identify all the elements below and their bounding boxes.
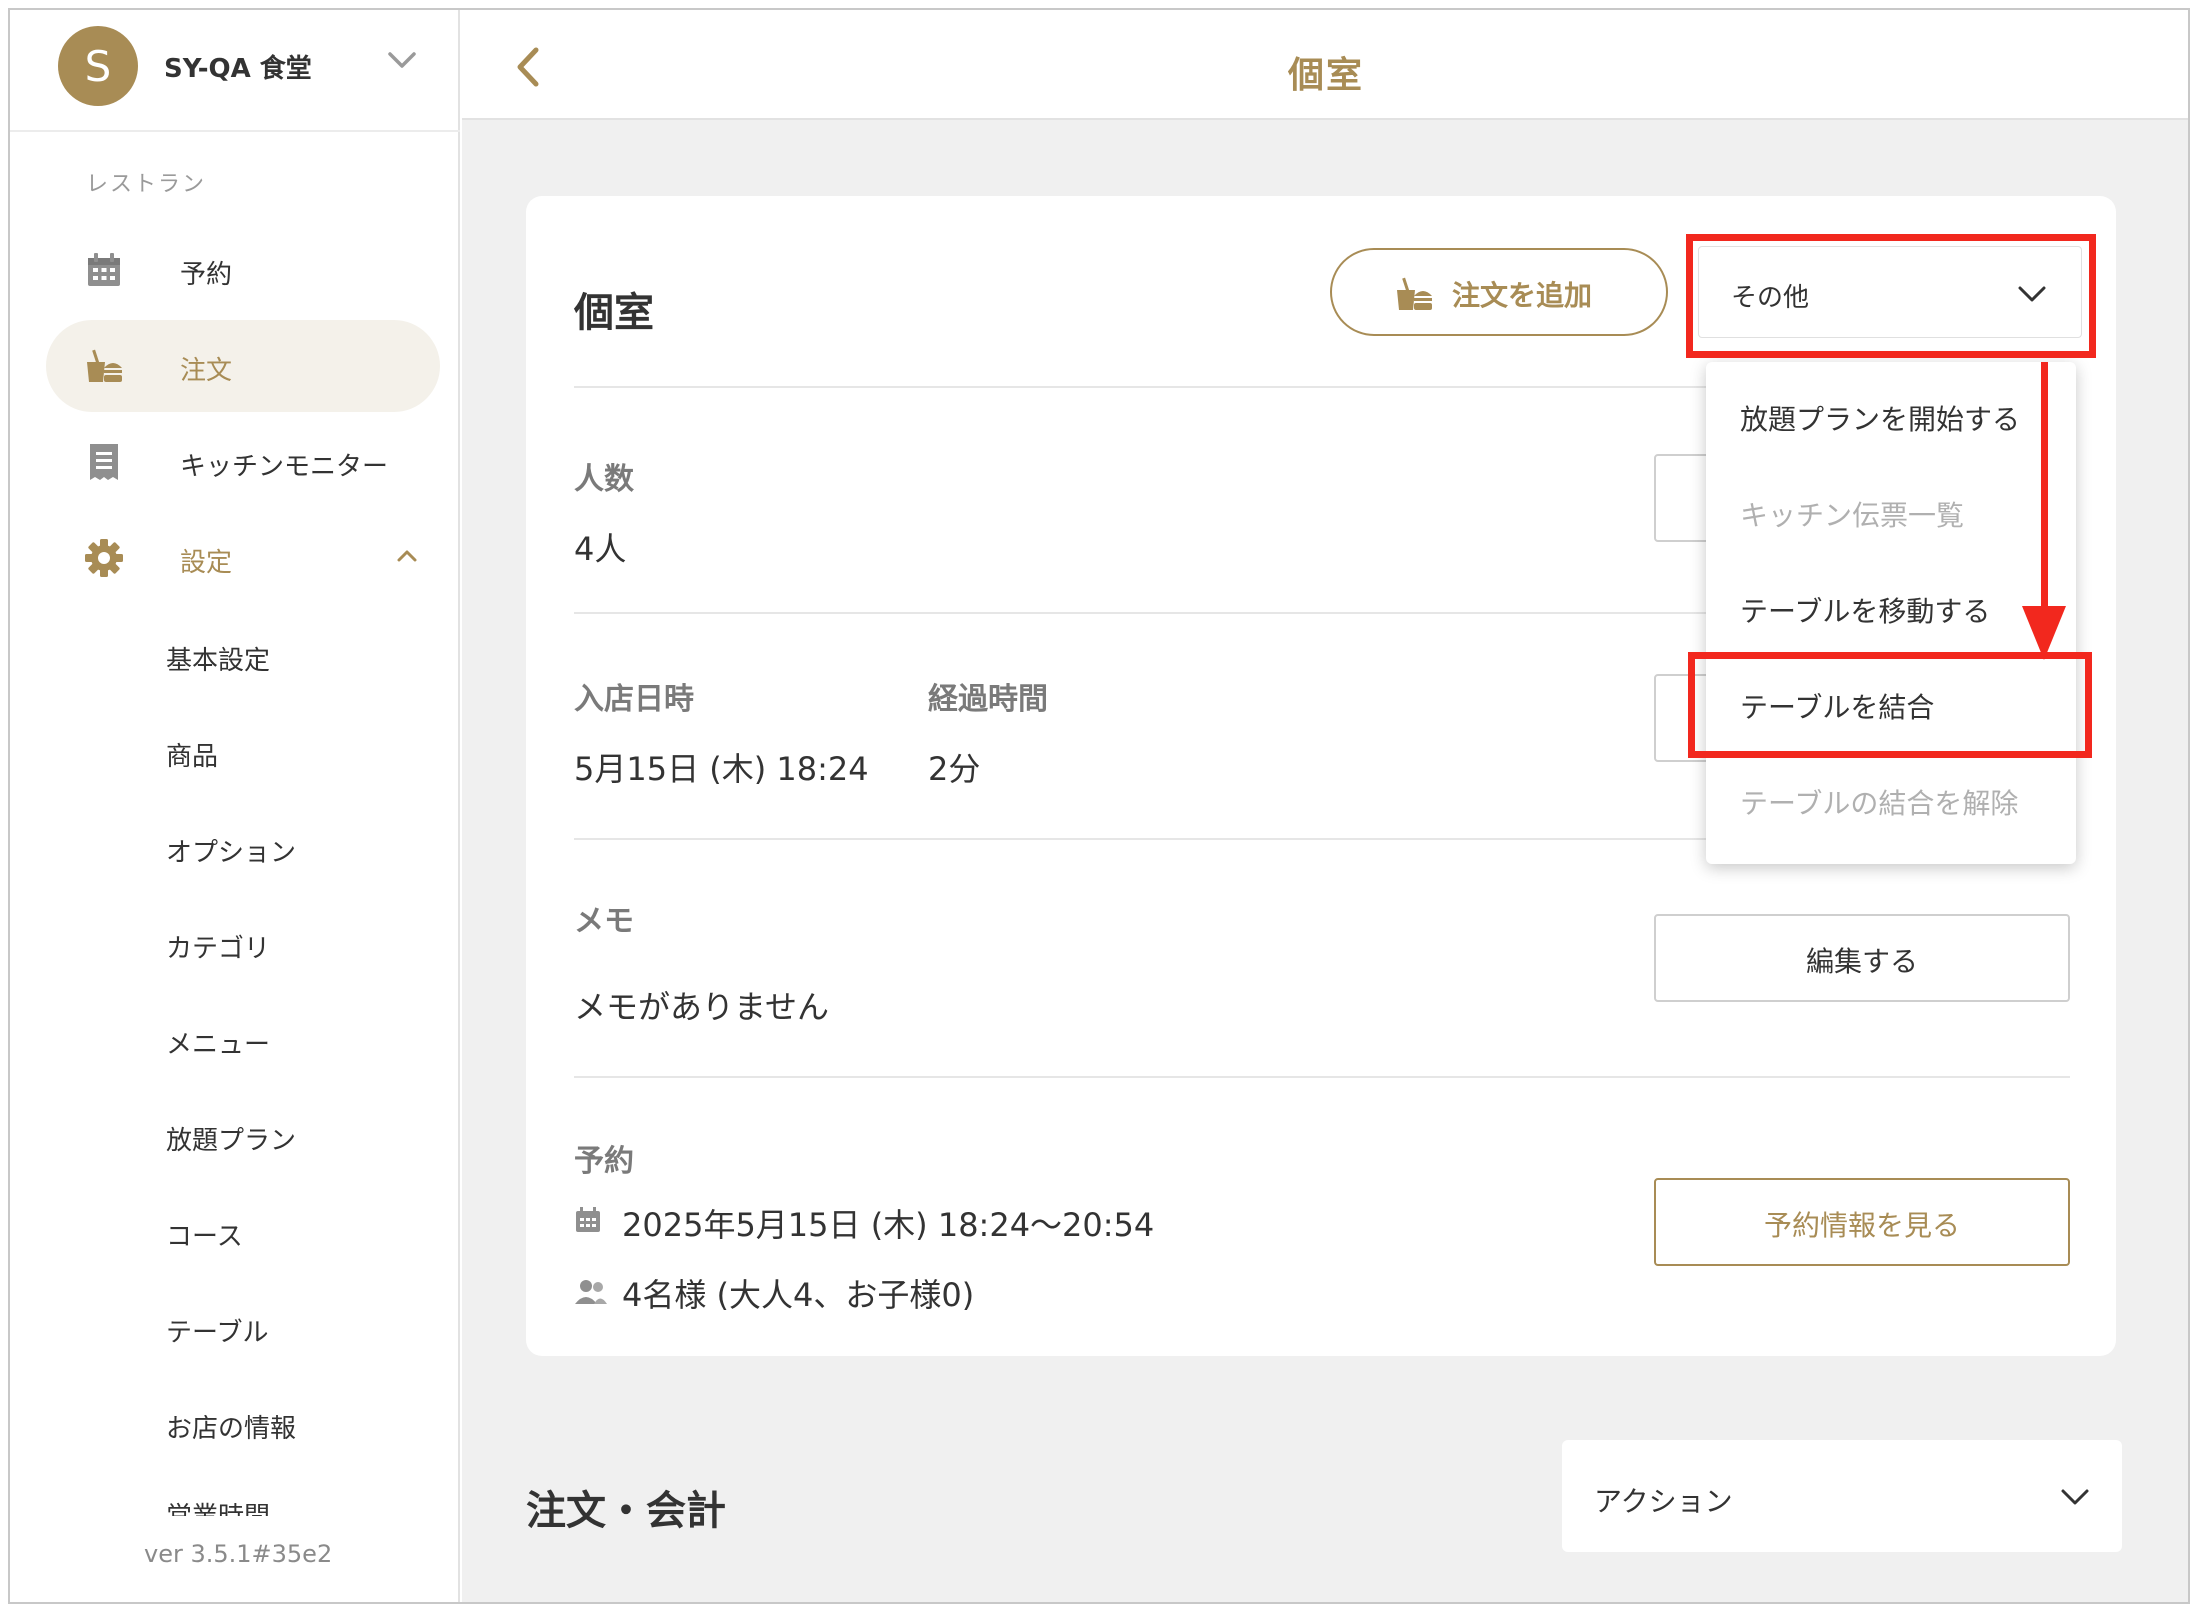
add-order-label: 注文を追加: [1452, 279, 1593, 312]
calendar-icon: [576, 1207, 600, 1232]
order-icon: [1397, 277, 1432, 310]
memo-edit-button[interactable]: 編集する: [1654, 914, 2070, 1002]
order-icon: [84, 346, 124, 386]
sidebar-subitem-clip: 営業時間: [166, 1500, 270, 1516]
sidebar-subitem-store-info[interactable]: お店の情報: [166, 1408, 296, 1445]
top-bar: 個室: [462, 10, 2188, 120]
reservation-guests: 4名様 (大人4、お子様0): [622, 1276, 975, 1314]
action-dropdown[interactable]: アクション: [1562, 1440, 2122, 1552]
memo-value: メモがありません: [574, 988, 830, 1026]
menu-item-start-plan[interactable]: 放題プランを開始する: [1740, 398, 2020, 438]
people-label: 人数: [574, 462, 634, 497]
gear-icon: [84, 538, 124, 578]
sidebar-subitem-courses[interactable]: コース: [166, 1216, 243, 1253]
sidebar-item-kitchen-monitor[interactable]: キッチンモニター: [46, 416, 440, 508]
people-icon: [575, 1280, 607, 1304]
sidebar: S SY-QA 食堂 レストラン 予約 注文 キッチンモニター 設定 基本設定 …: [10, 10, 460, 1602]
chevron-down-icon: [2061, 1489, 2089, 1505]
store-name: SY-QA 食堂: [164, 54, 312, 84]
store-avatar: S: [58, 26, 138, 106]
sidebar-subitem-menu[interactable]: メニュー: [166, 1024, 270, 1061]
version-label: ver 3.5.1#35e2: [144, 1540, 333, 1568]
sidebar-subitem-options[interactable]: オプション: [166, 832, 296, 869]
orders-section-title: 注文・会計: [526, 1488, 726, 1534]
sidebar-subitem-business-hours[interactable]: 営業時間: [166, 1500, 270, 1516]
memo-label: メモ: [574, 904, 634, 939]
calendar-icon: [84, 250, 124, 290]
store-switcher[interactable]: S SY-QA 食堂: [10, 10, 460, 132]
sidebar-subitem-basic-settings[interactable]: 基本設定: [166, 640, 270, 677]
sidebar-item-label: 設定: [180, 548, 233, 578]
sidebar-item-reservations[interactable]: 予約: [46, 224, 440, 316]
elapsed-label: 経過時間: [928, 682, 1048, 717]
view-reservation-label: 予約情報を見る: [1763, 1209, 1960, 1242]
sidebar-subitem-tables[interactable]: テーブル: [166, 1312, 268, 1349]
sidebar-subitem-categories[interactable]: カテゴリ: [166, 928, 270, 965]
page-title: 個室: [1287, 55, 1364, 96]
chevron-down-icon: [388, 52, 416, 68]
sidebar-item-label: 注文: [180, 356, 233, 386]
reservation-datetime: 2025年5月15日 (木) 18:24～20:54: [622, 1206, 1155, 1244]
section-label-restaurant: レストラン: [86, 172, 207, 197]
highlight-box-merge: [1688, 652, 2092, 758]
add-order-button[interactable]: 注文を追加: [1330, 248, 1668, 336]
table-name: 個室: [574, 290, 654, 336]
view-reservation-button[interactable]: 予約情報を見る: [1654, 1178, 2070, 1266]
checkin-label: 入店日時: [574, 682, 694, 717]
checkin-value: 5月15日 (木) 18:24: [574, 750, 869, 788]
chevron-up-icon: [397, 550, 417, 562]
action-dropdown-label: アクション: [1594, 1485, 1733, 1518]
divider: [574, 1076, 2070, 1078]
highlight-box-more: [1686, 234, 2096, 358]
sidebar-item-settings[interactable]: 設定: [46, 512, 440, 604]
sidebar-item-orders[interactable]: 注文: [46, 320, 440, 412]
receipt-icon: [84, 442, 124, 482]
menu-item-unmerge-table: テーブルの結合を解除: [1740, 787, 2019, 820]
app-window: S SY-QA 食堂 レストラン 予約 注文 キッチンモニター 設定 基本設定 …: [8, 8, 2190, 1604]
reservation-label: 予約: [574, 1144, 634, 1179]
sidebar-subitem-all-you-can-plans[interactable]: 放題プラン: [166, 1120, 296, 1157]
memo-edit-label: 編集する: [1805, 945, 1918, 978]
elapsed-value: 2分: [928, 750, 981, 788]
sidebar-item-label: キッチンモニター: [180, 452, 389, 482]
menu-item-kitchen-slips: キッチン伝票一覧: [1740, 499, 1965, 532]
sidebar-subitem-products[interactable]: 商品: [166, 736, 218, 773]
sidebar-item-label: 予約: [180, 260, 233, 290]
people-value: 4人: [574, 530, 627, 568]
arrow-down-icon: [2022, 362, 2066, 660]
menu-item-move-table[interactable]: テーブルを移動する: [1740, 590, 1990, 630]
